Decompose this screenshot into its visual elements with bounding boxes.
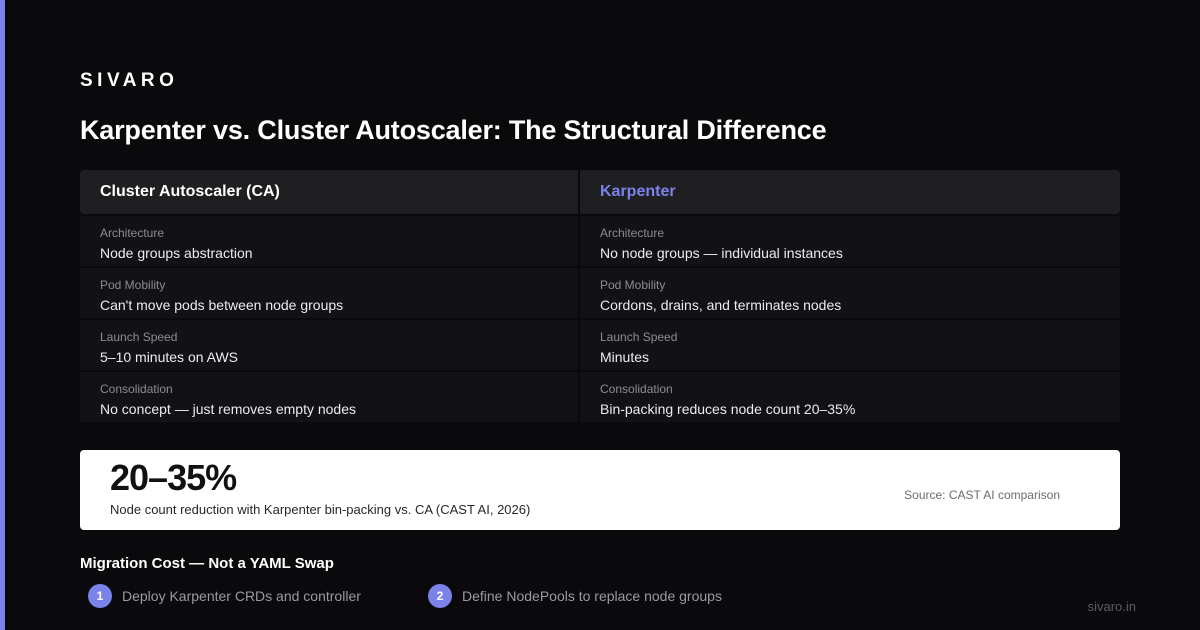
table-row: Launch Speed 5–10 minutes on AWS: [80, 320, 578, 370]
table-row: Consolidation No concept — just removes …: [80, 372, 578, 422]
table-row: Pod Mobility Can't move pods between nod…: [80, 268, 578, 318]
row-label: Architecture: [100, 226, 165, 240]
row-value: Node groups abstraction: [100, 245, 253, 261]
row-value: Can't move pods between node groups: [100, 297, 344, 313]
step-number-badge: 2: [428, 584, 452, 608]
migration-step: 1 Deploy Karpenter CRDs and controller: [88, 584, 361, 608]
table-row: Architecture No node groups — individual…: [580, 216, 1120, 266]
row-label: Pod Mobility: [600, 278, 666, 292]
row-label: Consolidation: [100, 382, 173, 396]
migration-step: 2 Define NodePools to replace node group…: [428, 584, 722, 608]
row-label: Architecture: [600, 226, 665, 240]
step-text: Define NodePools to replace node groups: [462, 588, 722, 604]
stat-source: Source: CAST AI comparison: [904, 488, 1060, 502]
page-title: Karpenter vs. Cluster Autoscaler: The St…: [80, 115, 827, 145]
row-label: Launch Speed: [600, 330, 678, 344]
column-heading: Cluster Autoscaler (CA): [80, 170, 578, 214]
footer-url: sivaro.in: [1087, 599, 1136, 614]
column-cluster-autoscaler: Cluster Autoscaler (CA) Architecture Nod…: [80, 170, 578, 422]
step-text: Deploy Karpenter CRDs and controller: [122, 588, 361, 604]
row-value: Minutes: [600, 349, 650, 365]
column-karpenter: Karpenter Architecture No node groups — …: [580, 170, 1120, 422]
comparison-table: Cluster Autoscaler (CA) Architecture Nod…: [80, 170, 1120, 422]
step-number-badge: 1: [88, 584, 112, 608]
stat-number: 20–35%: [110, 457, 237, 498]
accent-bar: [0, 0, 5, 630]
brand-logo: SIVARO: [80, 70, 179, 91]
row-value: No node groups — individual instances: [600, 245, 843, 261]
table-row: Consolidation Bin-packing reduces node c…: [580, 372, 1120, 422]
row-value: 5–10 minutes on AWS: [100, 349, 239, 365]
row-label: Launch Speed: [100, 330, 178, 344]
row-value: Cordons, drains, and terminates nodes: [600, 297, 842, 313]
row-value: Bin-packing reduces node count 20–35%: [600, 401, 856, 417]
stat-caption: Node count reduction with Karpenter bin-…: [110, 502, 531, 517]
table-row: Launch Speed Minutes: [580, 320, 1120, 370]
row-label: Pod Mobility: [100, 278, 166, 292]
stat-card: 20–35% Node count reduction with Karpent…: [80, 450, 1120, 530]
migration-title: Migration Cost — Not a YAML Swap: [80, 555, 334, 572]
table-row: Pod Mobility Cordons, drains, and termin…: [580, 268, 1120, 318]
row-label: Consolidation: [600, 382, 673, 396]
table-row: Architecture Node groups abstraction: [80, 216, 578, 266]
row-value: No concept — just removes empty nodes: [100, 401, 357, 417]
column-heading: Karpenter: [580, 170, 1120, 214]
